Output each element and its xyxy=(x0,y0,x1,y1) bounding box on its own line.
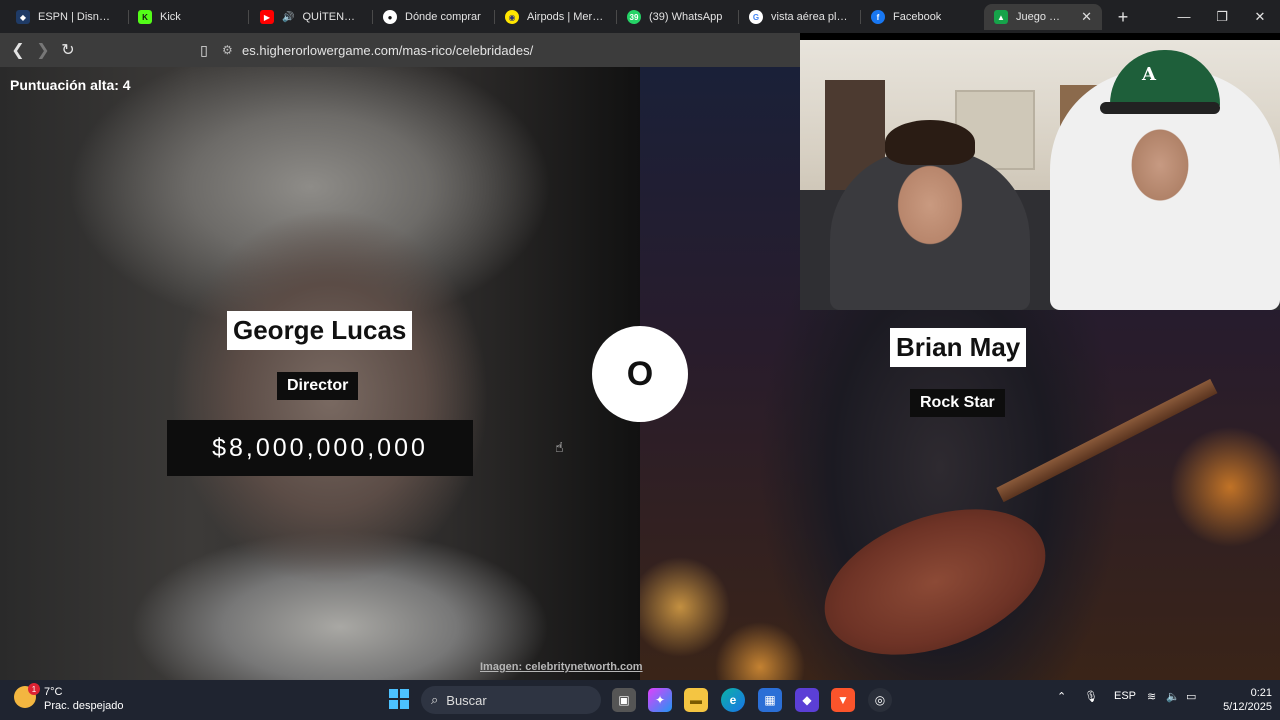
tab-title: QUÍTENME EL xyxy=(302,11,360,23)
app-icon[interactable]: ◆ xyxy=(795,688,819,712)
search-icon: ⌕ xyxy=(431,692,439,707)
maximize-button[interactable]: ❐ xyxy=(1203,0,1241,33)
kick-icon: K xyxy=(138,10,152,24)
tab-youtube[interactable]: ▶ 🔊 QUÍTENME EL xyxy=(250,4,370,30)
athletics-logo-icon: A xyxy=(1142,64,1156,85)
minimize-button[interactable]: — xyxy=(1165,0,1203,33)
clock-date: 5/12/2025 xyxy=(1223,701,1272,713)
tab-separator xyxy=(248,10,249,24)
windows-logo-pane xyxy=(400,700,409,709)
tab-title: Dónde comprar xyxy=(405,11,481,23)
espn-icon: ◆ xyxy=(16,10,30,24)
url-text: es.higherorlowergame.com/mas-rico/celebr… xyxy=(242,42,534,58)
whatsapp-icon: 39 xyxy=(627,10,641,24)
webcam-cap-bill xyxy=(1100,102,1220,114)
browser-tab-strip: ◆ ESPN | Disney+ K Kick ▶ 🔊 QUÍTENME EL … xyxy=(0,0,1280,33)
speaker-icon: 🔊 xyxy=(282,11,295,23)
weather-widget[interactable]: 1 7°C Prac. despejado xyxy=(14,683,124,713)
windows-taskbar: 1 7°C Prac. despejado ⌕ Buscar ▣ ✦ ▬ e ▦… xyxy=(0,680,1280,720)
left-celebrity-name: George Lucas xyxy=(227,311,413,350)
address-bar[interactable]: ⚙ es.higherorlowergame.com/mas-rico/cele… xyxy=(222,38,812,62)
store-icon[interactable]: ▦ xyxy=(758,688,782,712)
right-celebrity-name: Brian May xyxy=(890,328,1027,367)
vs-circle: O xyxy=(592,326,688,422)
tab-google[interactable]: G vista aérea plaza xyxy=(739,4,859,30)
close-window-button[interactable]: ✕ xyxy=(1241,0,1279,33)
edge-icon[interactable]: e xyxy=(721,688,745,712)
game-icon: ▲ xyxy=(994,10,1008,24)
tab-title: (39) WhatsApp xyxy=(649,11,723,23)
left-net-worth: $8,000,000,000 xyxy=(167,420,473,476)
file-explorer-icon[interactable]: ▬ xyxy=(684,688,708,712)
volume-icon[interactable]: 🔈 xyxy=(1166,690,1180,703)
notification-badge: 1 xyxy=(28,683,40,695)
microphone-icon[interactable]: 🎙 xyxy=(1084,690,1098,703)
tray-overflow-icon[interactable]: ⌃ xyxy=(1057,690,1066,703)
site-icon: ● xyxy=(383,10,397,24)
tab-title: ESPN | Disney+ xyxy=(38,11,116,23)
search-placeholder: Buscar xyxy=(446,692,487,708)
tab-mercadolibre[interactable]: ◉ Airpods | Mercado xyxy=(495,4,615,30)
weather-condition: Prac. despejado xyxy=(44,700,124,712)
windows-logo-pane xyxy=(389,689,398,698)
forward-button[interactable]: ❯ xyxy=(32,39,54,61)
copilot-icon[interactable]: ✦ xyxy=(648,688,672,712)
back-button[interactable]: ❮ xyxy=(7,39,29,61)
reload-button[interactable]: ↻ xyxy=(57,39,79,61)
new-tab-button[interactable]: + xyxy=(1110,4,1136,30)
taskbar-search[interactable]: ⌕ Buscar xyxy=(421,686,601,714)
task-view-icon[interactable]: ▣ xyxy=(612,688,636,712)
webcam-overlay: A xyxy=(800,40,1280,310)
mouse-pointer-icon: ☝ xyxy=(555,439,564,455)
windows-logo-pane xyxy=(400,689,409,698)
high-score-label: Puntuación alta: 4 xyxy=(10,77,131,93)
facebook-icon: f xyxy=(871,10,885,24)
mercadolibre-icon: ◉ xyxy=(505,10,519,24)
tab-espn[interactable]: ◆ ESPN | Disney+ xyxy=(6,4,126,30)
tab-title: Kick xyxy=(160,11,181,23)
tab-facebook[interactable]: f Facebook xyxy=(861,4,981,30)
system-clock[interactable]: 0:21 5/12/2025 xyxy=(1212,686,1272,714)
language-indicator[interactable]: ESP xyxy=(1114,690,1136,702)
tab-title: vista aérea plaza xyxy=(771,11,849,23)
tab-kick[interactable]: K Kick xyxy=(128,4,248,30)
left-celebrity-role: Director xyxy=(277,372,359,400)
start-button[interactable] xyxy=(389,689,409,709)
webcam-person-left xyxy=(830,150,1030,310)
webcam-cap xyxy=(1110,50,1220,110)
brave-icon[interactable]: ▼ xyxy=(831,688,855,712)
windows-logo-pane xyxy=(389,700,398,709)
weather-temperature: 7°C xyxy=(44,686,63,698)
tab-title: Airpods | Mercado xyxy=(527,11,605,23)
browser-toolbar: ❮ ❯ ↻ ▯ ⚙ es.higherorlowergame.com/mas-r… xyxy=(0,33,800,67)
site-info-icon[interactable]: ⚙ xyxy=(222,43,242,57)
tab-whatsapp[interactable]: 39 (39) WhatsApp xyxy=(617,4,737,30)
google-icon: G xyxy=(749,10,763,24)
steam-icon[interactable]: ◎ xyxy=(868,688,892,712)
tab-title: Facebook xyxy=(893,11,942,23)
right-celebrity-role: Rock Star xyxy=(910,389,1005,417)
bookmark-icon[interactable]: ▯ xyxy=(193,39,215,61)
battery-icon[interactable]: ▭ xyxy=(1186,690,1196,703)
tab-title: Juego más alt xyxy=(1016,11,1070,23)
wifi-icon[interactable]: ≋ xyxy=(1147,690,1156,703)
image-credit-link[interactable]: Imagen: celebritynetworth.com xyxy=(480,661,643,673)
tab-juego-active[interactable]: ▲ Juego más alt ✕ xyxy=(984,4,1102,30)
clock-time: 0:21 xyxy=(1250,687,1272,699)
youtube-icon: ▶ xyxy=(260,10,274,24)
tab-donde-comprar[interactable]: ● Dónde comprar xyxy=(373,4,493,30)
weather-sun-icon: 1 xyxy=(14,683,40,708)
webcam-person-left-hair xyxy=(885,120,975,165)
close-tab-icon[interactable]: ✕ xyxy=(1081,9,1092,25)
